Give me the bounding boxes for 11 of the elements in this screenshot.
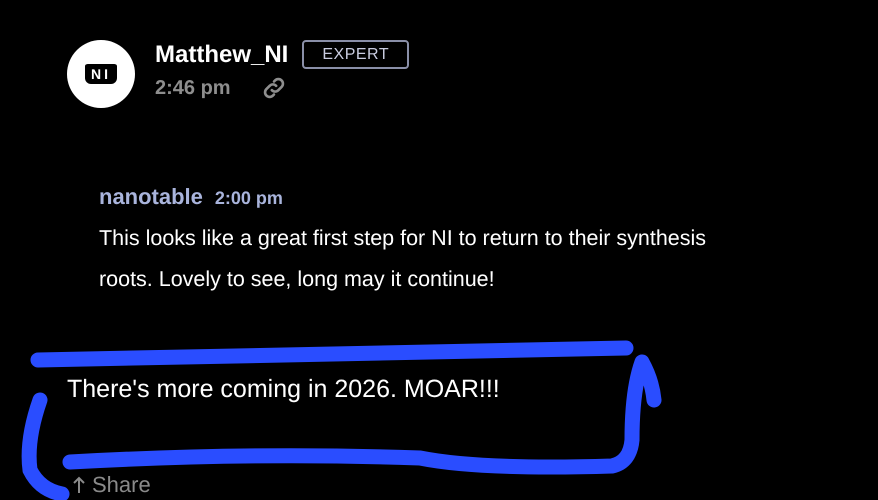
logo-text: NI (85, 64, 117, 84)
quoted-time: 2:00 pm (214, 188, 283, 209)
quoted-text: This looks like a great first step for NI to return to their synthesis roots. Lovely to see, long may it continue! (99, 225, 708, 293)
author-name[interactable]: Matthew_NI (155, 40, 288, 68)
reply-text: There's more coming in 2026. MOAR!!! (66, 374, 501, 404)
share-button[interactable]: Share (72, 472, 151, 498)
user-badge: EXPERT (302, 40, 410, 69)
avatar[interactable]: NI (67, 40, 135, 108)
post-time: 2:46 pm (155, 76, 231, 100)
arrow-up-icon (72, 476, 86, 494)
quoted-author[interactable]: nanotable (99, 184, 203, 210)
